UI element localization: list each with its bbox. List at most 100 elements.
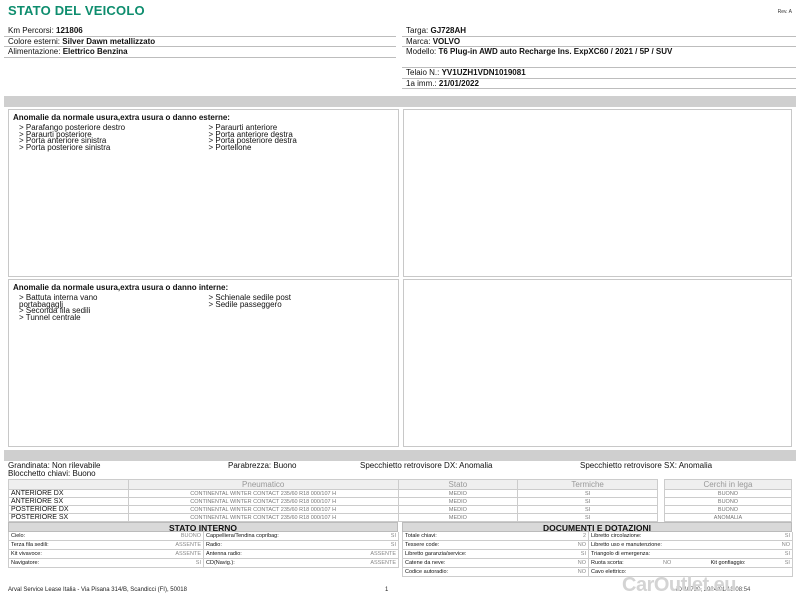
info-value: YV1UZH1VDN1019081 [441, 68, 526, 77]
cell-label: Ruota scorta: [591, 560, 624, 566]
cell-label: Totale chiavi: [405, 533, 437, 539]
tyre-stato: MEDIO [397, 513, 519, 522]
documenti-cell: Tessere code: NO [403, 541, 589, 550]
rim-status: BUONO [664, 497, 792, 506]
cell-value: NO [577, 560, 586, 566]
section-divider [4, 450, 796, 461]
cell-label: Catene da neve: [405, 560, 446, 566]
blocchetto-text: Blocchetto chiavi: Buono [8, 469, 96, 478]
cell-label: Triangolo di emergenza: [591, 551, 651, 557]
page-title: STATO DEL VEICOLO [8, 3, 145, 18]
table-row: BUONO [664, 497, 792, 506]
cell-value: ASSENTE [370, 551, 396, 557]
cell-value: NO [663, 560, 672, 566]
documenti-cell: Libretto uso e manutenzione: NO [589, 541, 793, 550]
cell-value: SI [390, 542, 396, 548]
info-row-telaio: Telaio N.: YV1UZH1VDN1019081 [402, 68, 796, 79]
info-label: Colore esterni: [8, 36, 61, 46]
stato-interno-cell: CD(Navig.): ASSENTE [204, 559, 399, 568]
info-value: VOLVO [432, 36, 461, 46]
documenti-cell: Triangolo di emergenza: SI [589, 550, 793, 559]
tyre-model: CONTINENTAL WINTER CONTACT 235/60 R18 00… [127, 489, 399, 498]
cell-value: BUONO [180, 533, 201, 539]
interior-damage-image-area [403, 279, 792, 447]
vehicle-info-right: Targa: GJ728AH Marca: VOLVO Modello: T6 … [402, 26, 796, 89]
stato-interno-title: STATO INTERNO [8, 522, 398, 533]
cell-value: ASSENTE [370, 560, 396, 566]
damage-item: > Sedile passeggero [208, 299, 282, 309]
tyre-termiche: SI [517, 497, 658, 506]
cell-value: SI [784, 533, 790, 539]
info-row-colore: Colore esterni: Silver Dawn metallizzato [4, 36, 396, 47]
cell-value: SI [390, 533, 396, 539]
info-label: Km Percorsi: [8, 26, 54, 35]
tyre-termiche: SI [517, 489, 658, 498]
interior-damage-box: Anomalie da normale usura,extra usura o … [8, 279, 399, 447]
info-value: 21/01/2022 [438, 78, 479, 88]
cell-value: SI [195, 560, 201, 566]
documenti-cell: Catene da neve: NO [403, 559, 589, 568]
documenti-cell: Totale chiavi: 2 [403, 532, 589, 541]
exterior-damage-box: Anomalie da normale usura,extra usura o … [8, 109, 399, 277]
cell-label: Codice autoradio: [405, 569, 449, 575]
tyre-position: POSTERIORE DX [8, 505, 129, 514]
tyre-position: ANTERIORE SX [8, 497, 129, 506]
tyre-model: CONTINENTAL WINTER CONTACT 235/60 R18 00… [127, 513, 399, 522]
info-row-modello: Modello: T6 Plug-in AWD auto Recharge In… [402, 47, 796, 68]
tyre-model: CONTINENTAL WINTER CONTACT 235/60 R18 00… [127, 497, 399, 506]
tyres-header-pneumatico: Pneumatico [127, 479, 399, 490]
info-row-imm: 1a imm.: 21/01/2022 [402, 78, 796, 89]
tyre-stato: MEDIO [397, 505, 519, 514]
cell-label: Tessere code: [405, 542, 440, 548]
exterior-damage-heading: Anomalie da normale usura,extra usura o … [13, 113, 230, 122]
damage-item: > Tunnel centrale [19, 312, 81, 322]
tyres-header-termiche: Termiche [517, 479, 658, 490]
table-row: ANOMALIA [664, 513, 792, 522]
cell-label: Radio: [206, 542, 222, 548]
rims-header: Cerchi in lega [664, 479, 792, 490]
info-row-targa: Targa: GJ728AH [402, 26, 796, 37]
tyre-model: CONTINENTAL WINTER CONTACT 235/60 R18 00… [127, 505, 399, 514]
page-number: 1 [385, 587, 389, 593]
stato-interno-cell: Navigatore: SI [9, 559, 204, 568]
exterior-damage-col-2: > Paraurti anteriore > Porta anteriore d… [208, 124, 399, 152]
cell-label: Terza fila sedili: [11, 542, 49, 548]
info-value: 121806 [56, 26, 83, 35]
stato-interno-section: STATO INTERNO Cielo: BUONO Cappelliera/Te… [8, 522, 399, 568]
cell-label: Libretto uso e manutenzione: [591, 542, 662, 548]
tyres-header-pos [8, 479, 129, 490]
interior-damage-heading: Anomalie da normale usura,extra usura o … [13, 283, 229, 292]
table-row: POSTERIORE SX CONTINENTAL WINTER CONTACT… [8, 513, 658, 522]
tyres-header-row: Pneumatico Stato Termiche [8, 479, 658, 490]
tyre-termiche: SI [517, 513, 658, 522]
stato-interno-cell: Cappelliera/Tendina copribag: SI [204, 532, 399, 541]
info-value: Elettrico Benzina [62, 47, 128, 56]
cell-value: ASSENTE [175, 542, 201, 548]
cell-value: SI [784, 560, 790, 566]
info-label: Marca: [406, 36, 431, 46]
info-row-km: Km Percorsi: 121806 [4, 26, 396, 37]
cell-value: ASSENTE [175, 551, 201, 557]
rims-table: Cerchi in lega BUONO BUONO BUONO ANOMALI… [664, 479, 792, 522]
tyre-position: ANTERIORE DX [8, 489, 129, 498]
cell-label: Antenna radio: [206, 551, 242, 557]
tyre-stato: MEDIO [397, 497, 519, 506]
cell-value: SI [784, 551, 790, 557]
specchietto-sx-text: Specchietto retrovisore SX: Anomalia [580, 461, 713, 470]
section-divider [4, 96, 796, 107]
info-label: 1a imm.: [406, 78, 437, 88]
damage-item: > Portellone [208, 142, 252, 152]
info-row-marca: Marca: VOLVO [402, 36, 796, 47]
documenti-cell: Libretto garanzia/service: SI [403, 550, 589, 559]
documenti-section: DOCUMENTI E DOTAZIONI Totale chiavi: 2 Li… [402, 522, 793, 577]
cell-label: Kit gonfiaggio: [710, 560, 746, 566]
table-row: ANTERIORE SX CONTINENTAL WINTER CONTACT … [8, 497, 658, 506]
info-label: Alimentazione: [8, 47, 61, 56]
cell-value: SI [580, 551, 586, 557]
stato-interno-cell: Radio: SI [204, 541, 399, 550]
interior-damage-col-2: > Schienale sedile post > Sedile passegg… [208, 294, 399, 321]
stato-interno-cell: Terza fila sedili: ASSENTE [9, 541, 204, 550]
parabrezza-text: Parabrezza: Buono [228, 461, 297, 470]
footer-address: Arval Service Lease Italia - Via Pisana … [8, 587, 187, 593]
info-label: Targa: [406, 26, 429, 35]
